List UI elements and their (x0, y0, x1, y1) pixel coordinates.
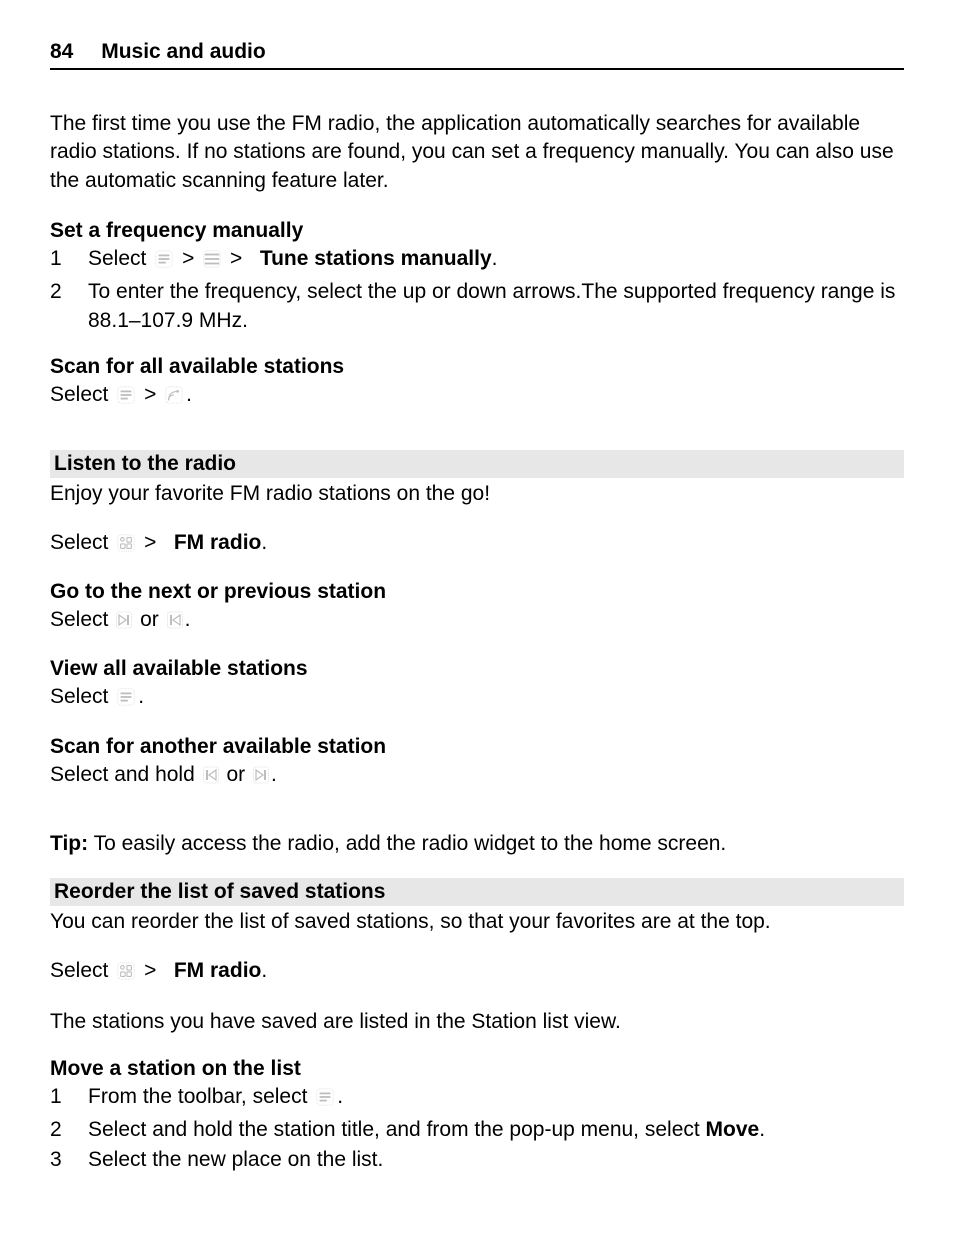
prev-station-icon (203, 764, 219, 792)
next-station-icon (253, 764, 269, 792)
text: . (337, 1085, 343, 1108)
reorder-select: Select > FM radio. (50, 957, 904, 988)
text: > (144, 531, 156, 554)
page-number: 84 (50, 40, 73, 63)
step-content: Select and hold the station title, and f… (88, 1116, 904, 1144)
menu-option-bold: FM radio (174, 531, 262, 554)
view-all-instruction: Select . (50, 683, 904, 714)
tip-paragraph: Tip: To easily access the radio, add the… (50, 830, 904, 858)
set-frequency-heading: Set a frequency manually (50, 219, 904, 243)
reorder-body: You can reorder the list of saved statio… (50, 908, 904, 936)
step-number: 3 (50, 1146, 88, 1174)
list-item: 3 Select the new place on the list. (50, 1146, 904, 1174)
listen-heading: Listen to the radio (50, 450, 904, 478)
next-prev-instruction: Select or . (50, 606, 904, 637)
options-menu-icon (202, 248, 222, 276)
step-number: 2 (50, 278, 88, 306)
step-number: 2 (50, 1116, 88, 1144)
move-steps: 1 From the toolbar, select . 2 Select an… (50, 1083, 904, 1175)
text: Select and hold the station title, and f… (88, 1118, 706, 1141)
prev-station-icon (167, 609, 183, 637)
list-item: 2 Select and hold the station title, and… (50, 1116, 904, 1144)
text: . (261, 531, 267, 554)
text: . (138, 685, 144, 708)
text: Select (88, 247, 146, 270)
text: From the toolbar, select (88, 1085, 307, 1108)
tip-label: Tip: (50, 832, 88, 855)
list-item: 1 From the toolbar, select . (50, 1083, 904, 1114)
text: . (271, 763, 277, 786)
list-item: 1 Select > > Tune stations manually. (50, 245, 904, 276)
text: > (182, 247, 194, 270)
intro-paragraph: The first time you use the FM radio, the… (50, 110, 904, 195)
step-number: 1 (50, 245, 88, 273)
text: > (144, 959, 156, 982)
text: or (226, 763, 245, 786)
step-content: To enter the frequency, select the up or… (88, 278, 904, 335)
listen-body: Enjoy your favorite FM radio stations on… (50, 480, 904, 508)
reorder-listed: The stations you have saved are listed i… (50, 1008, 904, 1036)
menu-option-bold: Move (706, 1118, 760, 1141)
step-content: Select > > Tune stations manually. (88, 245, 904, 276)
text: Select and hold (50, 763, 195, 786)
radio-list-icon (116, 384, 136, 412)
list-item: 2 To enter the frequency, select the up … (50, 278, 904, 335)
text: . (186, 383, 192, 406)
view-all-heading: View all available stations (50, 657, 904, 681)
scan-another-instruction: Select and hold or . (50, 761, 904, 792)
radio-list-icon (116, 686, 136, 714)
reorder-heading: Reorder the list of saved stations (50, 878, 904, 906)
text: . (185, 608, 191, 631)
chapter-title: Music and audio (101, 40, 266, 63)
step-number: 1 (50, 1083, 88, 1111)
scan-all-instruction: Select > . (50, 381, 904, 412)
next-station-icon (116, 609, 132, 637)
apps-menu-icon (116, 532, 136, 560)
step-content: From the toolbar, select . (88, 1083, 904, 1114)
radio-scan-icon (164, 384, 184, 412)
scan-another-heading: Scan for another available station (50, 735, 904, 759)
text: Select (50, 531, 108, 554)
text: . (261, 959, 267, 982)
text: or (140, 608, 159, 631)
text: > (144, 383, 156, 406)
text: . (759, 1118, 765, 1141)
menu-option-bold: FM radio (174, 959, 262, 982)
text: Select (50, 959, 108, 982)
text: Select (50, 685, 108, 708)
text: > (230, 247, 242, 270)
text: . (492, 247, 498, 270)
text: Select (50, 383, 108, 406)
menu-option-bold: Tune stations manually (260, 247, 492, 270)
radio-list-icon (154, 248, 174, 276)
scan-all-heading: Scan for all available stations (50, 355, 904, 379)
step-content: Select the new place on the list. (88, 1146, 904, 1174)
set-frequency-steps: 1 Select > > Tune stations manually. 2 T… (50, 245, 904, 335)
page-header: 84 Music and audio (50, 40, 904, 70)
tip-text: To easily access the radio, add the radi… (88, 832, 726, 855)
radio-list-icon (315, 1086, 335, 1114)
move-heading: Move a station on the list (50, 1057, 904, 1081)
text: Select (50, 608, 108, 631)
next-prev-heading: Go to the next or previous station (50, 580, 904, 604)
page: 84 Music and audio The first time you us… (0, 0, 954, 1258)
listen-select: Select > FM radio. (50, 529, 904, 560)
apps-menu-icon (116, 960, 136, 988)
